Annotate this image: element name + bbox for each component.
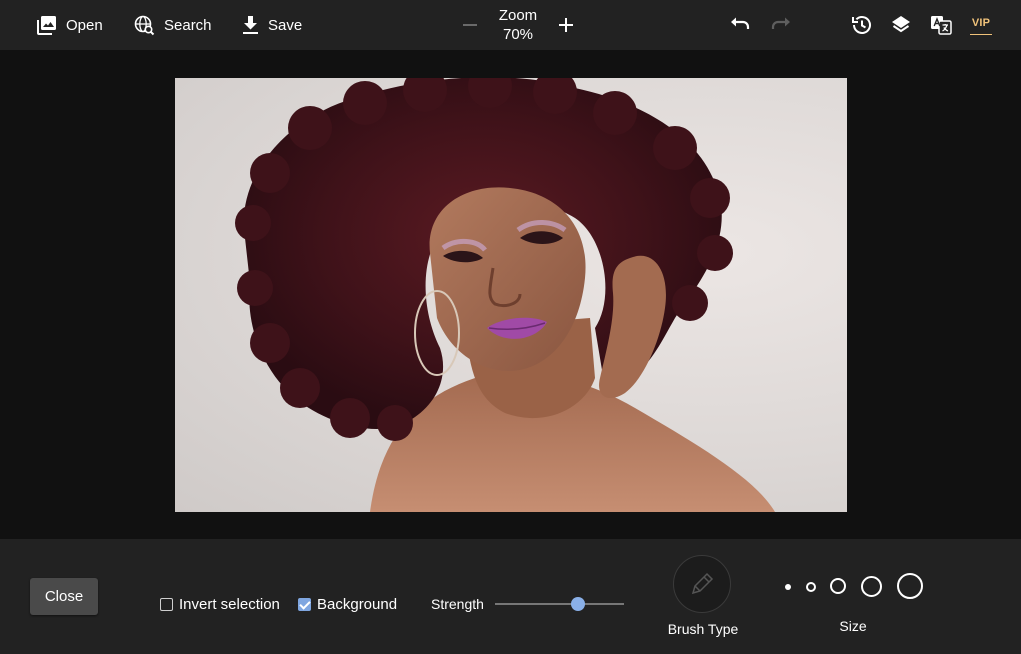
invert-selection-checkbox[interactable]: [160, 597, 173, 611]
translate-button[interactable]: [930, 14, 952, 36]
background-label: Background: [317, 595, 398, 613]
redo-icon: [771, 17, 790, 29]
zoom-indicator: Zoom 70%: [488, 6, 548, 44]
history-icon: [852, 16, 871, 34]
size-option-s[interactable]: [806, 582, 816, 592]
zoom-value: 70%: [502, 26, 534, 43]
brush-options-panel: Close Invert selection Background Streng…: [0, 539, 1021, 654]
image-icon: [37, 15, 57, 35]
plus-icon: [559, 18, 573, 32]
zoom-out-button[interactable]: [461, 16, 479, 34]
layers-button[interactable]: [890, 14, 912, 36]
download-icon: [242, 15, 259, 35]
background-checkbox[interactable]: [298, 597, 311, 611]
strength-slider[interactable]: [495, 597, 624, 611]
search-button[interactable]: Search: [134, 13, 212, 37]
pencil-icon: [691, 572, 714, 595]
open-label: Open: [66, 16, 103, 34]
strength-label: Strength: [431, 596, 484, 612]
save-label: Save: [268, 16, 303, 34]
vip-badge[interactable]: VIP: [970, 15, 992, 35]
search-label: Search: [164, 16, 212, 34]
zoom-in-button[interactable]: [557, 16, 575, 34]
minus-icon: [463, 24, 477, 26]
strength-slider-thumb[interactable]: [570, 597, 585, 611]
layers-icon: [892, 16, 910, 33]
close-button[interactable]: Close: [30, 578, 98, 615]
open-button[interactable]: Open: [37, 13, 103, 37]
portrait-photo[interactable]: [175, 78, 847, 512]
invert-selection-option[interactable]: Invert selection: [160, 595, 280, 613]
size-option-m[interactable]: [830, 578, 846, 594]
save-button[interactable]: Save: [242, 13, 302, 37]
size-option-xl[interactable]: [897, 573, 923, 599]
canvas-area: [0, 50, 1021, 539]
portrait-illustration: [235, 78, 775, 512]
size-label: Size: [839, 618, 867, 634]
size-option-xs[interactable]: [785, 584, 791, 590]
globe-search-icon: [134, 15, 155, 36]
background-option[interactable]: Background: [298, 595, 397, 613]
top-toolbar: Open Search Save Zoom 70% VIP: [0, 0, 1021, 50]
history-button[interactable]: [850, 14, 872, 36]
undo-icon: [731, 17, 750, 29]
size-option-l[interactable]: [861, 576, 882, 597]
brush-type-button[interactable]: [673, 555, 731, 613]
zoom-title: Zoom: [498, 7, 538, 24]
undo-button[interactable]: [729, 14, 751, 36]
translate-icon: [931, 16, 952, 35]
brush-type-label: Brush Type: [667, 621, 739, 637]
redo-button[interactable]: [770, 14, 792, 36]
invert-selection-label: Invert selection: [179, 595, 280, 613]
